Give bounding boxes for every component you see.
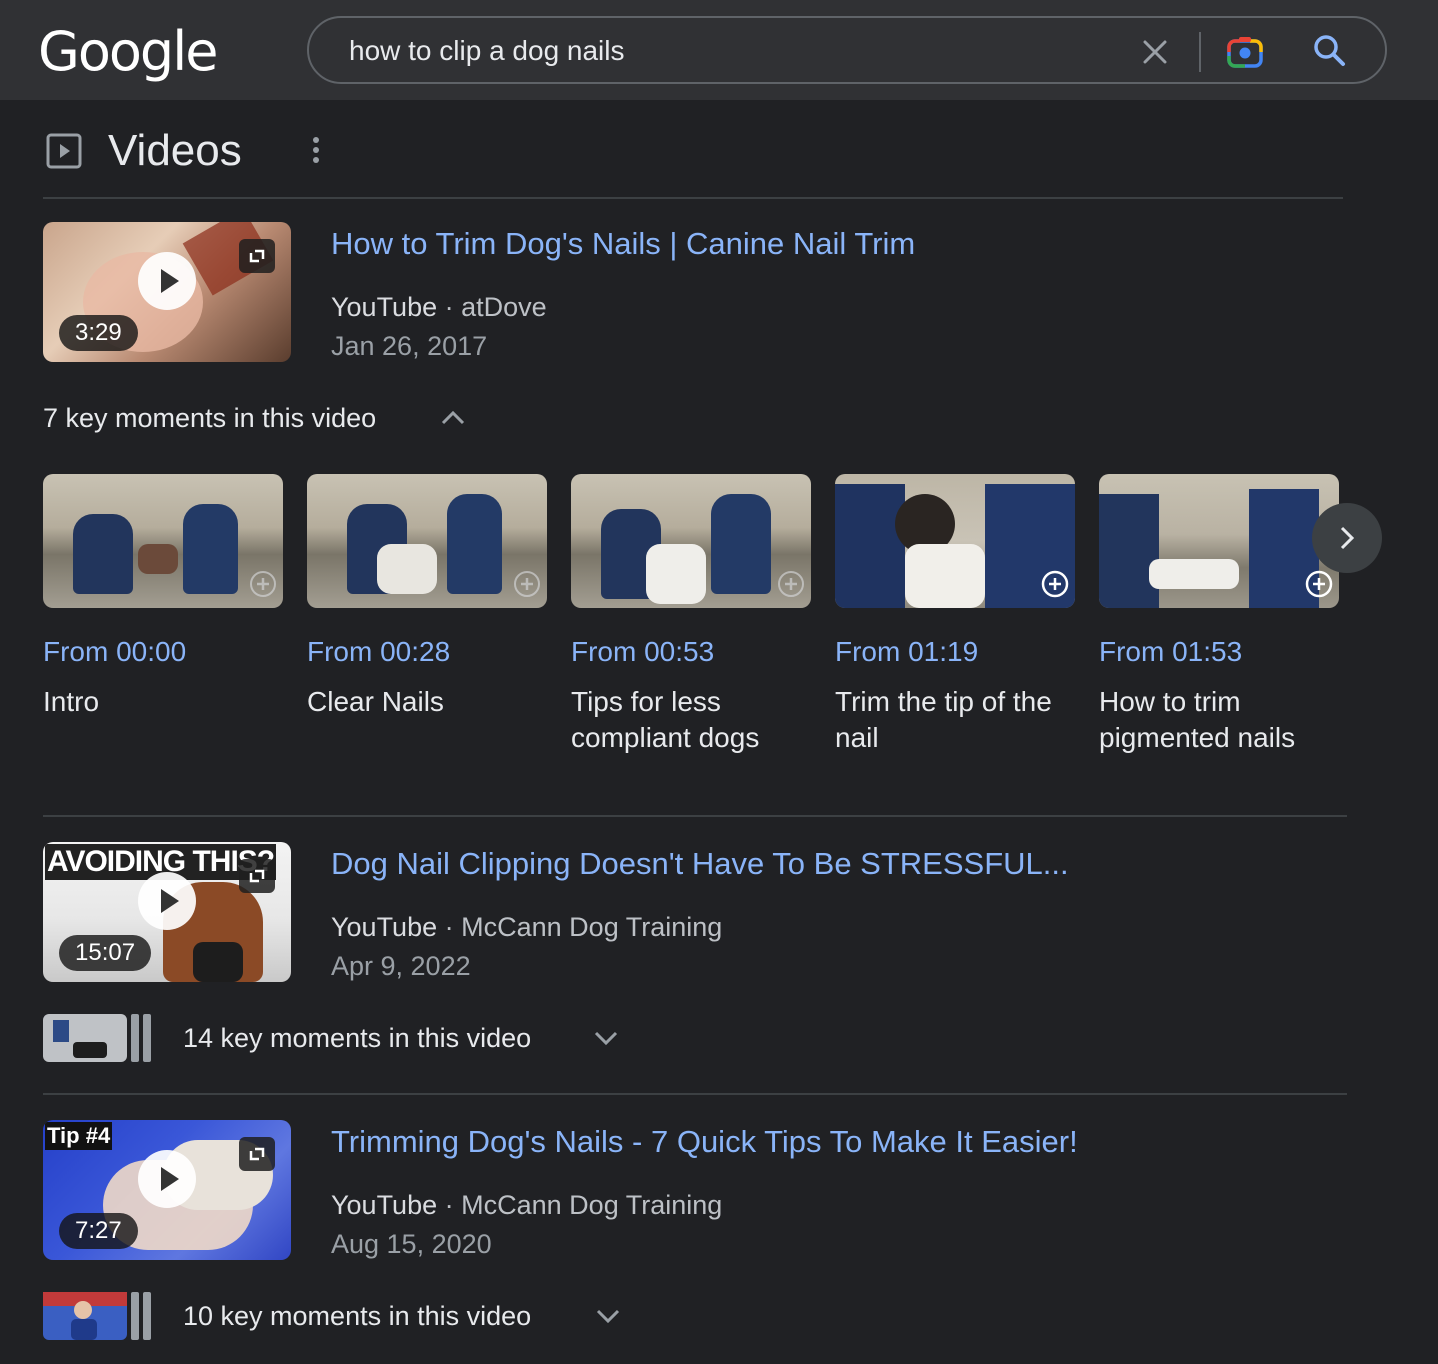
key-moment-thumbnail[interactable] xyxy=(1099,474,1339,608)
expand-icon[interactable] xyxy=(239,239,275,273)
divider xyxy=(43,197,1343,199)
key-moment-thumbnail[interactable] xyxy=(835,474,1075,608)
key-moment-thumbnail[interactable] xyxy=(571,474,811,608)
source-separator: · xyxy=(444,292,454,322)
duration-badge: 7:27 xyxy=(59,1213,138,1249)
source-channel: McCann Dog Training xyxy=(461,912,723,942)
chevron-right-icon xyxy=(1340,526,1355,550)
key-moment-thumbnail[interactable] xyxy=(307,474,547,608)
key-moment-timestamp[interactable]: From 00:00 xyxy=(43,636,283,668)
chevron-down-icon[interactable] xyxy=(594,1302,622,1330)
play-icon xyxy=(138,252,196,310)
divider xyxy=(43,1093,1347,1095)
key-moment-label: How to trim pigmented nails xyxy=(1099,686,1296,753)
result-title-link[interactable]: How to Trim Dog's Nails | Canine Nail Tr… xyxy=(331,226,915,262)
source-site: YouTube xyxy=(331,912,438,942)
key-moment-label: Trim the tip of the nail xyxy=(835,686,1052,753)
add-circle-icon[interactable] xyxy=(248,569,278,599)
source-site: YouTube xyxy=(331,292,438,322)
duration-badge: 15:07 xyxy=(59,935,152,971)
key-moments-toggle[interactable]: 7 key moments in this video xyxy=(43,403,376,434)
key-moment-timestamp[interactable]: From 00:53 xyxy=(571,636,811,668)
key-moments-toggle[interactable]: 14 key moments in this video xyxy=(183,1023,531,1054)
thumbnail-caption: Tip #4 xyxy=(45,1122,113,1150)
key-moments-toggle[interactable]: 10 key moments in this video xyxy=(183,1301,531,1332)
video-thumbnail[interactable]: Tip #4 7:27 xyxy=(43,1120,291,1260)
header-bar: Google how to clip a dog nails xyxy=(0,0,1438,100)
key-moment-label: Tips for less compliant dogs xyxy=(571,686,760,753)
camera-icon xyxy=(1227,37,1263,68)
search-icon xyxy=(1314,35,1345,66)
result-source: YouTube · McCann Dog Training xyxy=(331,1190,722,1221)
key-moments-preview-thumbnail[interactable] xyxy=(43,1292,151,1340)
key-moment-timestamp[interactable]: From 01:19 xyxy=(835,636,1075,668)
expand-icon[interactable] xyxy=(239,1137,275,1171)
result-source: YouTube · McCann Dog Training xyxy=(331,912,722,943)
more-options-button[interactable] xyxy=(300,130,330,170)
source-channel: atDove xyxy=(461,292,547,322)
duration-badge: 3:29 xyxy=(59,315,138,351)
video-thumbnail[interactable]: 3:29 xyxy=(43,222,291,362)
chevron-up-icon[interactable] xyxy=(439,404,467,432)
search-box[interactable]: how to clip a dog nails xyxy=(307,16,1387,84)
result-date: Aug 15, 2020 xyxy=(331,1229,492,1259)
result-title-link[interactable]: Dog Nail Clipping Doesn't Have To Be STR… xyxy=(331,846,1069,882)
add-circle-icon[interactable] xyxy=(776,569,806,599)
key-moment-card[interactable]: From 01:19 Trim the tip of the nail xyxy=(835,474,1075,756)
key-moment-card[interactable]: From 00:53 Tips for less compliant dogs xyxy=(571,474,811,756)
key-moments-preview-thumbnail[interactable] xyxy=(43,1014,151,1062)
source-separator: · xyxy=(444,1190,454,1220)
key-moment-label: Intro xyxy=(43,686,100,717)
close-icon xyxy=(1143,40,1167,64)
source-separator: · xyxy=(444,912,454,942)
source-site: YouTube xyxy=(331,1190,438,1220)
result-title-link[interactable]: Trimming Dog's Nails - 7 Quick Tips To M… xyxy=(331,1124,1078,1160)
result-date: Apr 9, 2022 xyxy=(331,951,471,981)
clear-button[interactable] xyxy=(1135,32,1175,72)
search-button[interactable] xyxy=(1309,30,1351,72)
lens-button[interactable] xyxy=(1224,32,1266,72)
more-vert-icon xyxy=(313,137,319,163)
play-icon xyxy=(138,1150,196,1208)
search-divider xyxy=(1199,32,1201,72)
key-moment-label: Clear Nails xyxy=(307,686,444,717)
source-channel: McCann Dog Training xyxy=(461,1190,723,1220)
key-moment-card[interactable]: From 00:00 Intro xyxy=(43,474,283,720)
search-input[interactable]: how to clip a dog nails xyxy=(349,35,625,67)
key-moment-timestamp[interactable]: From 01:53 xyxy=(1099,636,1339,668)
key-moment-thumbnail[interactable] xyxy=(43,474,283,608)
next-moments-button[interactable] xyxy=(1312,503,1382,573)
key-moment-card[interactable]: From 00:28 Clear Nails xyxy=(307,474,547,720)
key-moment-timestamp[interactable]: From 00:28 xyxy=(307,636,547,668)
add-circle-icon[interactable] xyxy=(512,569,542,599)
add-circle-icon[interactable] xyxy=(1040,569,1070,599)
result-date: Jan 26, 2017 xyxy=(331,331,488,361)
result-source: YouTube · atDove xyxy=(331,292,547,323)
video-thumbnail[interactable]: AVOIDING THIS? 15:07 xyxy=(43,842,291,982)
section-title: Videos xyxy=(108,126,242,175)
expand-icon[interactable] xyxy=(239,859,275,893)
play-icon xyxy=(138,872,196,930)
key-moment-card[interactable]: From 01:53 How to trim pigmented nails xyxy=(1099,474,1339,756)
add-circle-icon[interactable] xyxy=(1304,569,1334,599)
google-logo[interactable]: Google xyxy=(38,20,218,83)
divider xyxy=(43,815,1347,817)
video-play-icon xyxy=(46,133,82,169)
chevron-down-icon[interactable] xyxy=(592,1024,620,1052)
